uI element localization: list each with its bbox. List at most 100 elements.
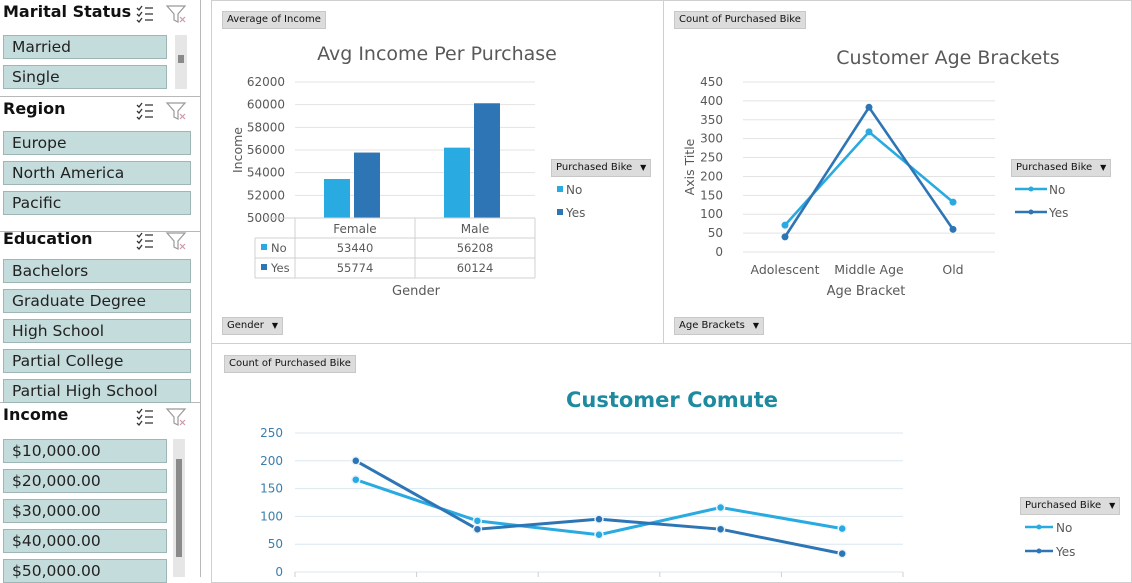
- slicer-toolbar: [136, 102, 187, 120]
- y-tick-label: 400: [700, 94, 723, 108]
- slicer-marital-status: Marital Status Married Single: [0, 0, 201, 97]
- x-tick-label: Adolescent: [751, 262, 820, 277]
- y-tick-label: 50: [708, 226, 723, 240]
- y-tick-label: 0: [275, 565, 283, 577]
- slicer-item-income-10000[interactable]: $10,000.00: [3, 439, 167, 463]
- gridlines: [294, 432, 904, 577]
- data-point: [351, 474, 361, 485]
- slicer-title: Income: [3, 405, 69, 424]
- slicer-item-income-30000[interactable]: $30,000.00: [3, 499, 167, 523]
- legend-label-yes: Yes: [1055, 545, 1075, 559]
- y-tick-label: 150: [700, 188, 723, 202]
- y-tick-label: 350: [700, 113, 723, 127]
- legend-label-yes: Yes: [1048, 206, 1068, 220]
- y-tick-label: 450: [700, 75, 723, 89]
- multi-select-icon[interactable]: [136, 232, 153, 250]
- table-cell: 60124: [457, 261, 494, 275]
- table-row-label-no: No: [271, 241, 287, 255]
- slicer-toolbar: [136, 232, 187, 250]
- chart-title: Customer Age Brackets: [836, 47, 1059, 69]
- data-point: [837, 523, 847, 534]
- slicer-toolbar: [136, 5, 187, 23]
- bar-no: [444, 147, 470, 218]
- slicer-item-partial-high-school[interactable]: Partial High School: [3, 379, 191, 403]
- data-point: [865, 128, 873, 136]
- slicer-item-north-america[interactable]: North America: [3, 161, 191, 185]
- multi-select-icon[interactable]: [136, 102, 153, 120]
- data-point: [781, 233, 789, 241]
- multi-select-icon[interactable]: [136, 5, 153, 23]
- slicer-item-pacific[interactable]: Pacific: [3, 191, 191, 215]
- x-axis-title: Gender: [392, 284, 441, 299]
- y-tick-label: 100: [700, 207, 723, 221]
- slicer-region: Region Europe North America Pacific: [0, 97, 201, 232]
- clear-filter-icon[interactable]: [165, 232, 187, 250]
- bar-no: [324, 179, 350, 218]
- legend-key-yes: [1025, 548, 1053, 554]
- slicer-item-income-20000[interactable]: $20,000.00: [3, 469, 167, 493]
- slicer-income: Income $10,000.00 $20,000.00 $30,000.00 …: [0, 403, 201, 583]
- slicer-item-partial-college[interactable]: Partial College: [3, 349, 191, 373]
- y-tick-label: 200: [260, 454, 283, 468]
- category-label-female: Female: [333, 222, 376, 236]
- age-brackets-chart: Customer Age Brackets Axis Title 450 400 3…: [682, 47, 1068, 299]
- y-tick-label: 150: [260, 482, 283, 496]
- bar-yes: [474, 103, 500, 218]
- data-point: [472, 516, 483, 526]
- table-cell: 53440: [337, 241, 374, 255]
- table-cell: 55774: [337, 261, 374, 275]
- slicer-scrollbar[interactable]: [173, 439, 185, 577]
- data-point: [472, 524, 483, 534]
- slicer-item-graduate-degree[interactable]: Graduate Degree: [3, 289, 191, 313]
- data-point: [949, 225, 957, 233]
- x-tick-label: Old: [942, 262, 963, 277]
- slicer-item-single[interactable]: Single: [3, 65, 167, 89]
- scrollbar-thumb[interactable]: [176, 459, 182, 557]
- slicer-education: Education Bachelors Graduate Degree High…: [0, 229, 201, 403]
- legend-key-no: [1015, 186, 1047, 192]
- chart-title: Avg Income Per Purchase: [317, 43, 557, 65]
- y-tick-label: 52000: [247, 188, 285, 202]
- series-lines: [351, 456, 847, 559]
- multi-select-icon[interactable]: [136, 408, 153, 426]
- y-tick-label: 300: [700, 132, 723, 146]
- slicer-item-bachelors[interactable]: Bachelors: [3, 259, 191, 283]
- legend-key-no: [557, 186, 563, 192]
- legend-key-yes: [261, 264, 267, 270]
- slicer-item-income-50000[interactable]: $50,000.00: [3, 559, 167, 583]
- series-line-yes: [355, 459, 843, 556]
- scrollbar-thumb[interactable]: [178, 55, 184, 63]
- data-point: [781, 221, 789, 229]
- clear-filter-icon[interactable]: [165, 102, 187, 120]
- y-tick-label: 56000: [247, 143, 285, 157]
- slicer-item-europe[interactable]: Europe: [3, 131, 191, 155]
- y-tick-labels: 62000600005800056000540005200050000: [247, 75, 285, 225]
- clear-filter-icon[interactable]: [165, 5, 187, 23]
- slicer-toolbar: [136, 408, 187, 426]
- legend-key-yes: [557, 209, 563, 215]
- slicer-scrollbar[interactable]: [175, 35, 187, 89]
- slicer-item-married[interactable]: Married: [3, 35, 167, 59]
- x-axis-title: Age Bracket: [827, 284, 906, 299]
- data-point: [715, 502, 726, 513]
- data-point: [594, 514, 604, 524]
- y-tick-label: 58000: [247, 120, 285, 134]
- y-tick-label: 100: [260, 509, 283, 523]
- series-line-no: [784, 130, 954, 227]
- slicer-title: Region: [3, 99, 66, 118]
- slicer-item-income-40000[interactable]: $40,000.00: [3, 529, 167, 553]
- y-tick-label: 200: [700, 169, 723, 183]
- y-tick-labels: 450 400 350 300 250 200 150 100 50 0: [700, 75, 723, 259]
- legend-label-no: No: [566, 183, 582, 197]
- slicer-item-high-school[interactable]: High School: [3, 319, 191, 343]
- clear-filter-icon[interactable]: [165, 408, 187, 426]
- legend-label-no: No: [1056, 521, 1072, 535]
- x-tick-label: Middle Age: [834, 262, 904, 277]
- y-tick-label: 62000: [247, 75, 285, 89]
- series-lines: [781, 103, 957, 241]
- y-tick-label: 60000: [247, 98, 285, 112]
- x-tick-labels: Adolescent Middle Age Old: [751, 262, 964, 277]
- data-point: [837, 548, 847, 559]
- data-point: [351, 456, 361, 466]
- slicer-title: Education: [3, 229, 93, 248]
